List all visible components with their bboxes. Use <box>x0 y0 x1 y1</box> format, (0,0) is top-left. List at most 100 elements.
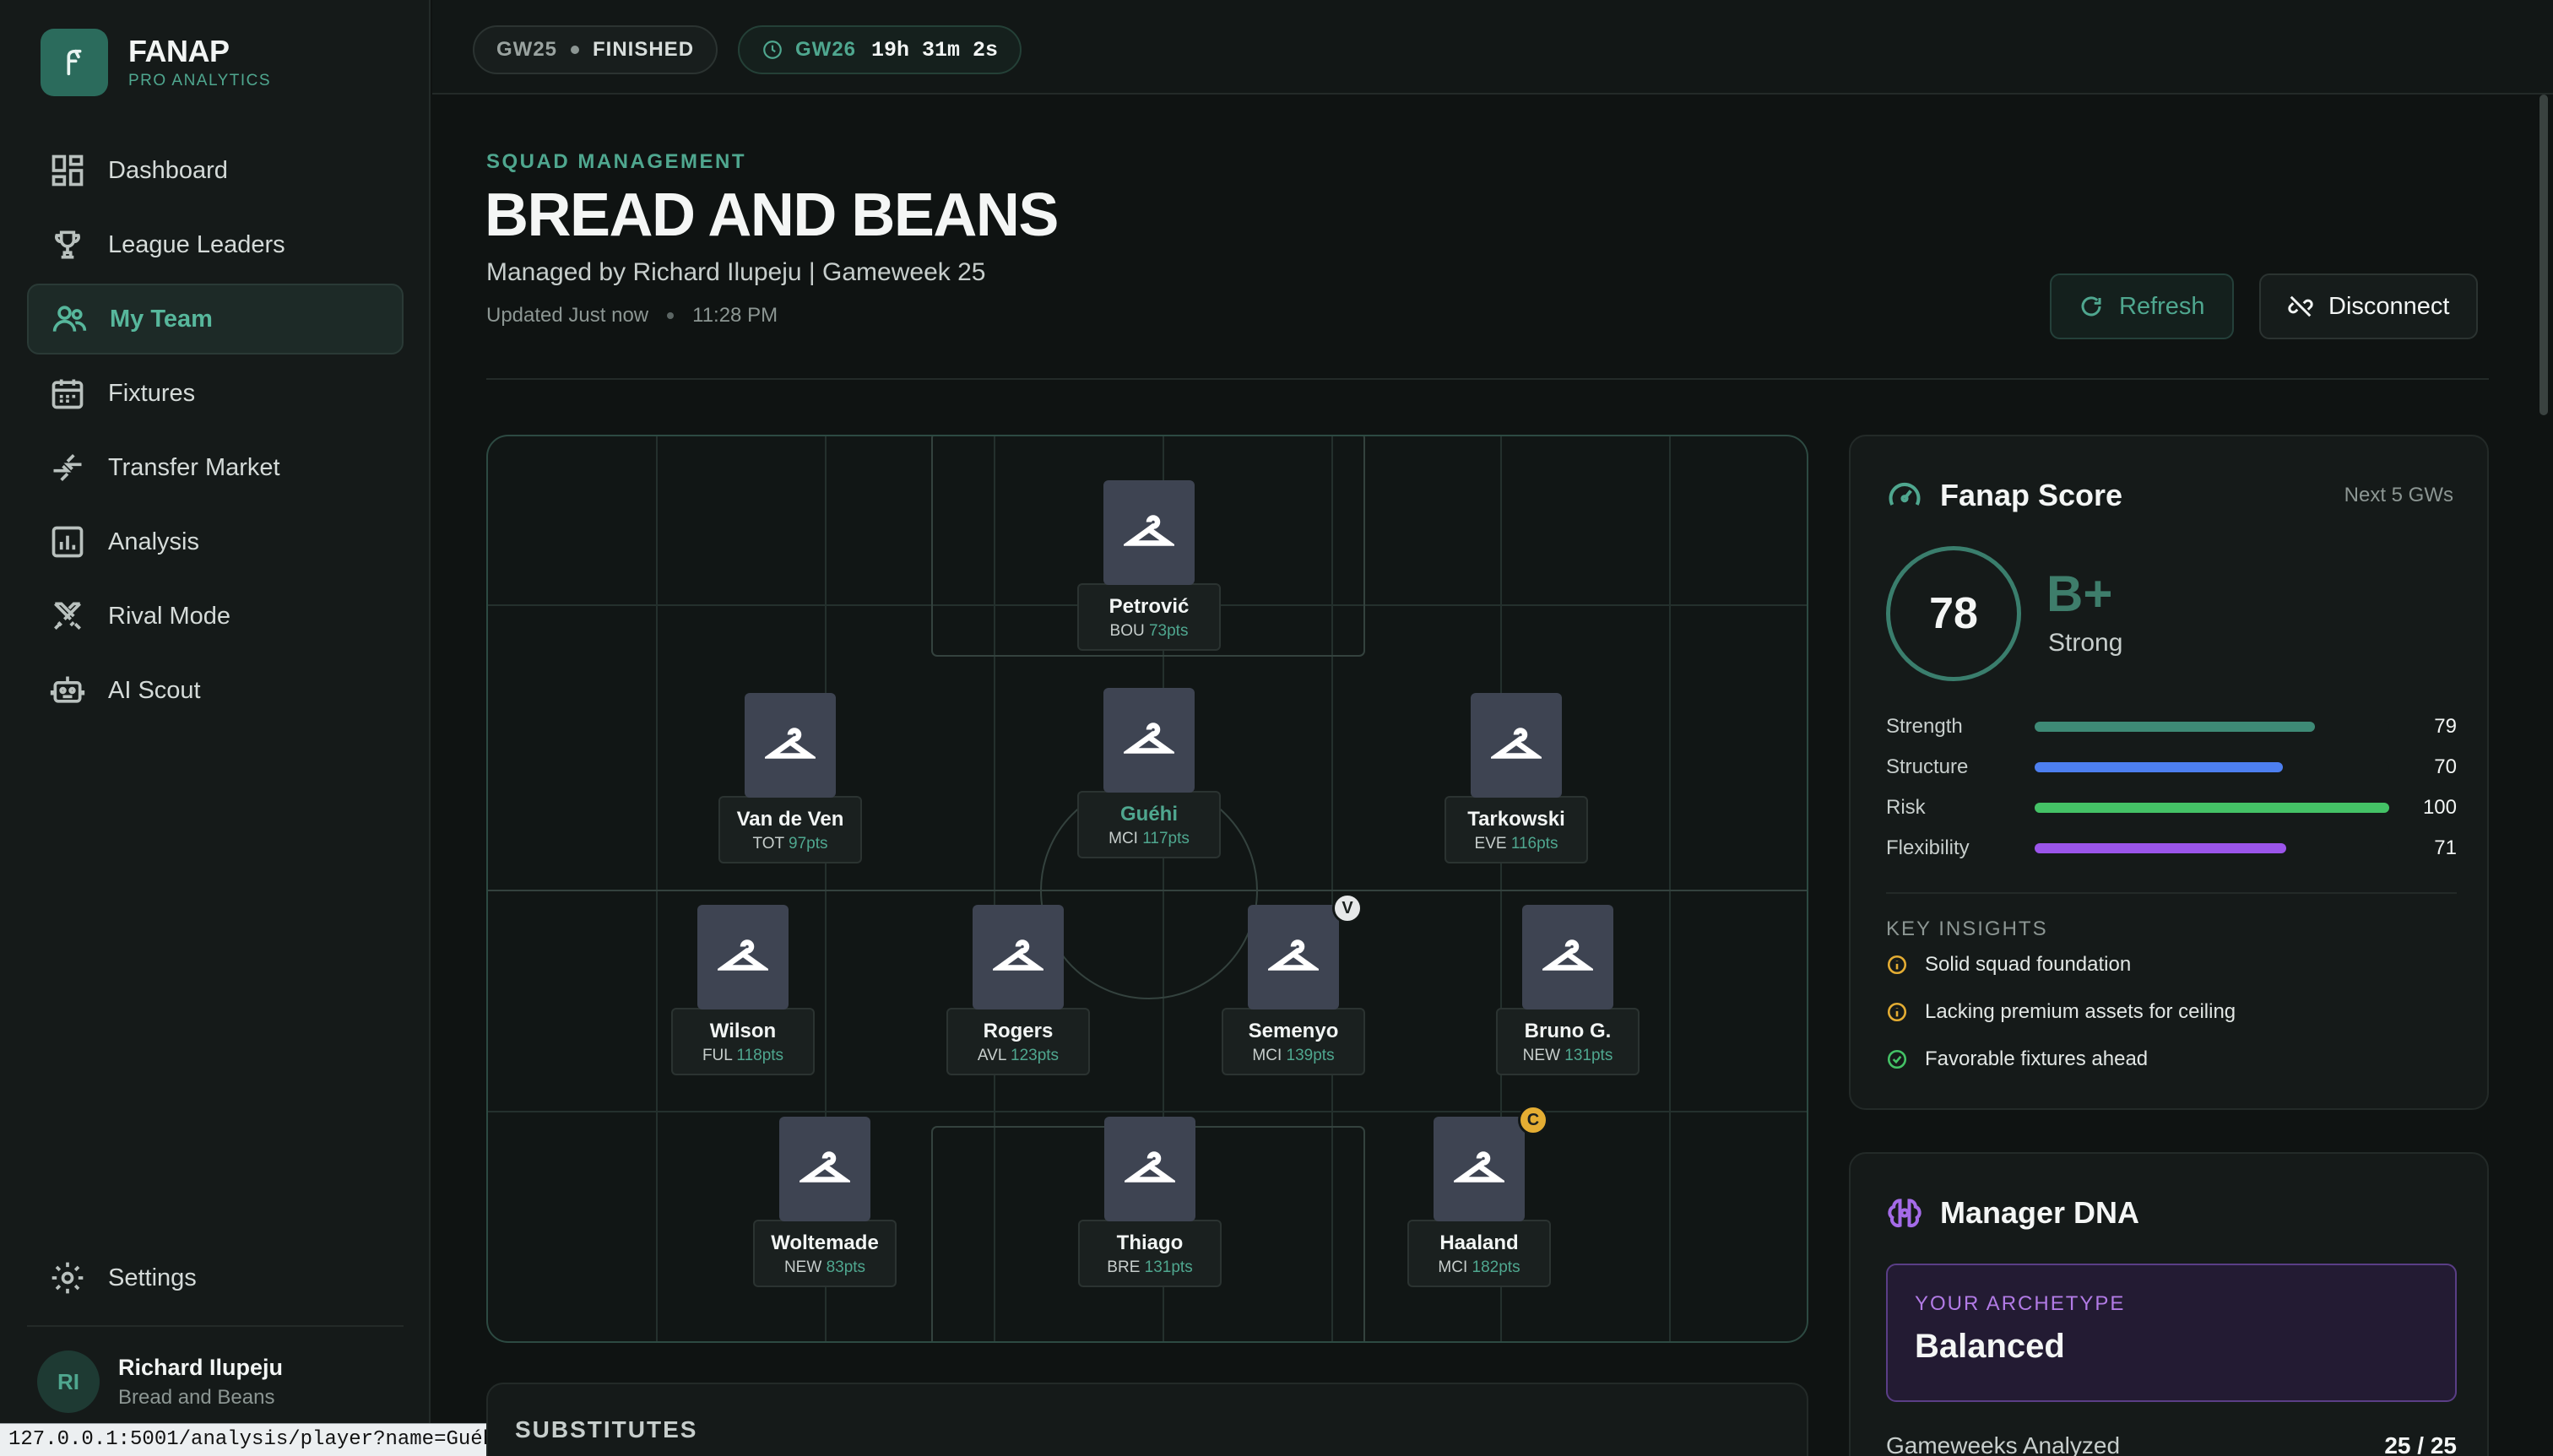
player-club: EVE <box>1474 835 1507 852</box>
shirt-hanger-icon <box>1542 939 1593 971</box>
player-card[interactable]: Woltemade NEW 83pts <box>749 1117 901 1287</box>
status-bar-url: 127.0.0.1:5001/analysis/player?name=Guéh… <box>0 1423 517 1456</box>
shirt-hanger-icon <box>800 1151 850 1183</box>
updated-time: 11:28 PM <box>692 304 778 327</box>
disconnect-button[interactable]: Disconnect <box>2259 273 2479 339</box>
clock-icon <box>763 41 782 59</box>
nav-label: Dashboard <box>108 156 228 184</box>
countdown-timer: 19h 31m 2s <box>871 37 999 62</box>
score-card-title: Fanap Score <box>1940 478 2123 512</box>
player-card[interactable]: Van de Ven TOT 97pts <box>714 693 866 863</box>
trophy-icon <box>55 230 80 259</box>
player-card[interactable]: Petrović BOU 73pts <box>1073 480 1225 651</box>
avatar: RI <box>37 1350 100 1413</box>
player-name: Semenyo <box>1248 1020 1339 1042</box>
nav-label: Settings <box>108 1264 197 1291</box>
player-club: BRE <box>1107 1258 1141 1276</box>
player-club: FUL <box>702 1047 733 1064</box>
substitutes-title: SUBSTITUTES <box>515 1416 698 1442</box>
calendar-icon <box>51 379 84 409</box>
nav-item-fixtures[interactable]: Fixtures <box>27 358 404 429</box>
page-scrollbar[interactable] <box>2539 95 2548 415</box>
nav-item-rival-mode[interactable]: Rival Mode <box>27 581 404 652</box>
player-points: 123pts <box>1011 1047 1060 1064</box>
player-name: Wilson <box>709 1020 777 1042</box>
player-shirt <box>779 1117 870 1221</box>
player-card[interactable]: Tarkowski EVE 116pts <box>1440 693 1592 863</box>
metric-value: 79 <box>2434 715 2457 738</box>
info-icon <box>1887 1002 1907 1022</box>
player-points: 116pts <box>1510 835 1558 852</box>
user-profile[interactable]: RI Richard Ilupeju Bread and Beans <box>37 1350 283 1413</box>
metric-fill <box>2035 803 2389 813</box>
shirt-hanger-icon <box>1454 1151 1504 1183</box>
player-club: MCI <box>1438 1258 1468 1276</box>
player-points: 182pts <box>1472 1258 1520 1276</box>
player-card[interactable]: V Semenyo MCI 139pts <box>1217 893 1369 1075</box>
metric-row: Flexibility 71 <box>1886 828 2457 869</box>
player-card[interactable]: C Haaland MCI 182pts <box>1403 1105 1555 1287</box>
shirt-hanger-icon <box>993 939 1043 971</box>
nav-item-analysis[interactable]: Analysis <box>27 506 404 577</box>
score-grade-word: Strong <box>2048 629 2123 657</box>
top-bar: GW25 FINISHED GW26 19h 31m 2s <box>432 0 2553 95</box>
nav-item-dashboard[interactable]: Dashboard <box>27 135 404 206</box>
brain-icon <box>1888 1199 1922 1227</box>
player-shirt <box>1104 1117 1195 1221</box>
player-name: Thiago <box>1116 1231 1184 1254</box>
player-card[interactable]: Bruno G. NEW 131pts <box>1492 905 1644 1075</box>
insights-title: KEY INSIGHTS <box>1886 917 2048 940</box>
player-shirt <box>697 905 789 1009</box>
player-shirt <box>745 693 836 798</box>
gameweeks-analyzed: Gameweeks Analyzed 25 / 25 <box>1886 1432 2457 1456</box>
manager-dna-card: Manager DNA YOUR ARCHETYPE Balanced Game… <box>1849 1152 2489 1456</box>
unlink-icon <box>2288 295 2313 317</box>
gameweeks-analyzed-label: Gameweeks Analyzed <box>1886 1432 2121 1456</box>
nav-label: Transfer Market <box>108 453 280 481</box>
player-club: NEW <box>783 1258 822 1276</box>
dashboard-icon <box>51 154 84 187</box>
insight-item: Solid squad foundation <box>1886 953 2131 977</box>
nav-item-settings[interactable]: Settings <box>27 1242 404 1313</box>
metric-track <box>2035 843 2389 853</box>
metric-fill <box>2035 762 2283 772</box>
refresh-button[interactable]: Refresh <box>2050 273 2234 339</box>
metric-value: 71 <box>2434 836 2457 859</box>
brand-name: FANAP <box>128 34 230 68</box>
nav-item-my-team[interactable]: My Team <box>27 284 404 355</box>
insight-item: Lacking premium assets for ceiling <box>1886 1000 2236 1024</box>
player-shirt <box>1103 480 1195 585</box>
gauge-icon <box>1889 482 1921 506</box>
insight-text: Favorable fixtures ahead <box>1925 1047 2149 1070</box>
nav-item-ai-scout[interactable]: AI Scout <box>27 655 404 726</box>
player-card[interactable]: Thiago BRE 131pts <box>1074 1117 1226 1287</box>
nav-item-transfer-market[interactable]: Transfer Market <box>27 432 404 503</box>
player-points: 139pts <box>1286 1047 1335 1064</box>
info-icon <box>1887 955 1907 975</box>
nav-label: Analysis <box>108 528 199 555</box>
shirt-hanger-icon <box>1268 939 1319 971</box>
player-card[interactable]: Wilson FUL 118pts <box>667 905 819 1075</box>
metric-row: Strength 79 <box>1886 706 2457 747</box>
player-card[interactable]: Guéhi MCI 117pts <box>1073 688 1225 858</box>
player-club: NEW <box>1522 1047 1560 1064</box>
shirt-hanger-icon <box>718 939 768 971</box>
transfer-icon <box>53 454 82 481</box>
nav-item-league-leaders[interactable]: League Leaders <box>27 209 404 280</box>
page-eyebrow: SQUAD MANAGEMENT <box>486 150 746 173</box>
swords-icon <box>54 602 81 630</box>
status-dot <box>571 46 580 54</box>
player-points: 131pts <box>1564 1047 1613 1064</box>
player-shirt: V <box>1248 893 1363 1009</box>
user-name: Richard Ilupeju <box>118 1354 284 1380</box>
player-card[interactable]: Rogers AVL 123pts <box>942 905 1094 1075</box>
player-shirt <box>1103 688 1195 793</box>
separator-dot <box>667 312 675 319</box>
nav-label: Fixtures <box>108 379 196 407</box>
score-metrics: Strength 79 Structure 70 Risk 100 Flexib… <box>1886 706 2457 869</box>
brand[interactable]: FANAP PRO ANALYTICS <box>41 29 271 96</box>
player-points: 83pts <box>826 1258 866 1276</box>
player-name: Guéhi <box>1119 803 1178 825</box>
last-updated: Updated Just now 11:28 PM <box>486 304 778 327</box>
player-name: Van de Ven <box>736 808 844 831</box>
